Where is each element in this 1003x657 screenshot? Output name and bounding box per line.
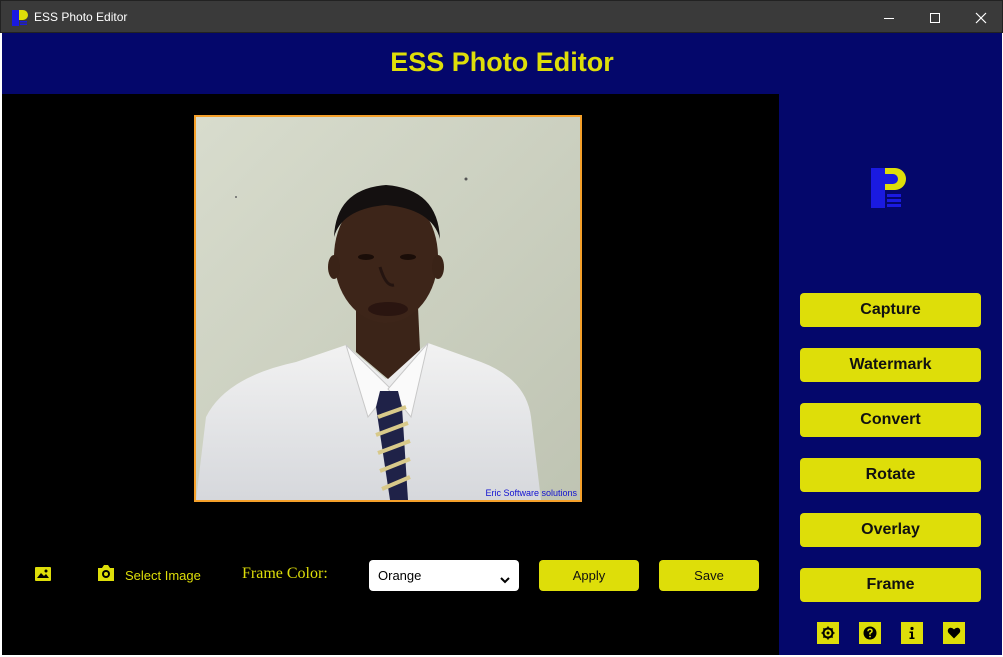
minimize-button[interactable] <box>866 1 912 34</box>
app-logo-icon <box>11 9 29 27</box>
sidebar: Capture Watermark Convert Rotate Overlay… <box>779 94 1002 655</box>
photo-watermark: Eric Software solutions <box>485 488 577 498</box>
close-icon <box>975 12 987 23</box>
apply-button[interactable]: Apply <box>539 560 639 591</box>
frame-color-value: Orange <box>378 568 422 583</box>
select-image-button[interactable] <box>96 564 116 582</box>
frame-color-label: Frame Color: <box>242 565 328 582</box>
image-icon <box>35 567 51 581</box>
editor-canvas: Eric Software solutions Select Image Fra… <box>2 94 779 655</box>
app-header: ESS Photo Editor <box>2 33 1002 94</box>
help-button[interactable] <box>859 622 881 644</box>
photo-preview: Eric Software solutions <box>194 115 582 502</box>
frame-color-select[interactable]: Orange <box>369 560 519 591</box>
close-button[interactable] <box>958 1 1003 34</box>
info-icon <box>909 626 915 639</box>
select-image-label[interactable]: Select Image <box>125 568 201 583</box>
minimize-icon <box>884 17 894 19</box>
settings-button[interactable] <box>817 622 839 644</box>
brand-logo-icon <box>869 166 913 210</box>
frame-button[interactable]: Frame <box>800 568 981 602</box>
save-button[interactable]: Save <box>659 560 759 591</box>
overlay-button[interactable]: Overlay <box>800 513 981 547</box>
window-titlebar: ESS Photo Editor <box>0 0 1003 33</box>
favorite-button[interactable] <box>943 622 965 644</box>
rotate-button[interactable]: Rotate <box>800 458 981 492</box>
watermark-button[interactable]: Watermark <box>800 348 981 382</box>
gallery-button[interactable] <box>34 566 52 582</box>
window-title: ESS Photo Editor <box>34 10 128 24</box>
help-icon <box>863 626 877 640</box>
chevron-down-icon <box>500 571 510 589</box>
capture-button[interactable]: Capture <box>800 293 981 327</box>
heart-icon <box>947 627 961 639</box>
camera-icon <box>98 565 114 581</box>
info-button[interactable] <box>901 622 923 644</box>
settings-icon <box>821 626 835 640</box>
page-title: ESS Photo Editor <box>390 47 614 77</box>
convert-button[interactable]: Convert <box>800 403 981 437</box>
maximize-icon <box>930 12 940 23</box>
maximize-button[interactable] <box>912 1 958 34</box>
